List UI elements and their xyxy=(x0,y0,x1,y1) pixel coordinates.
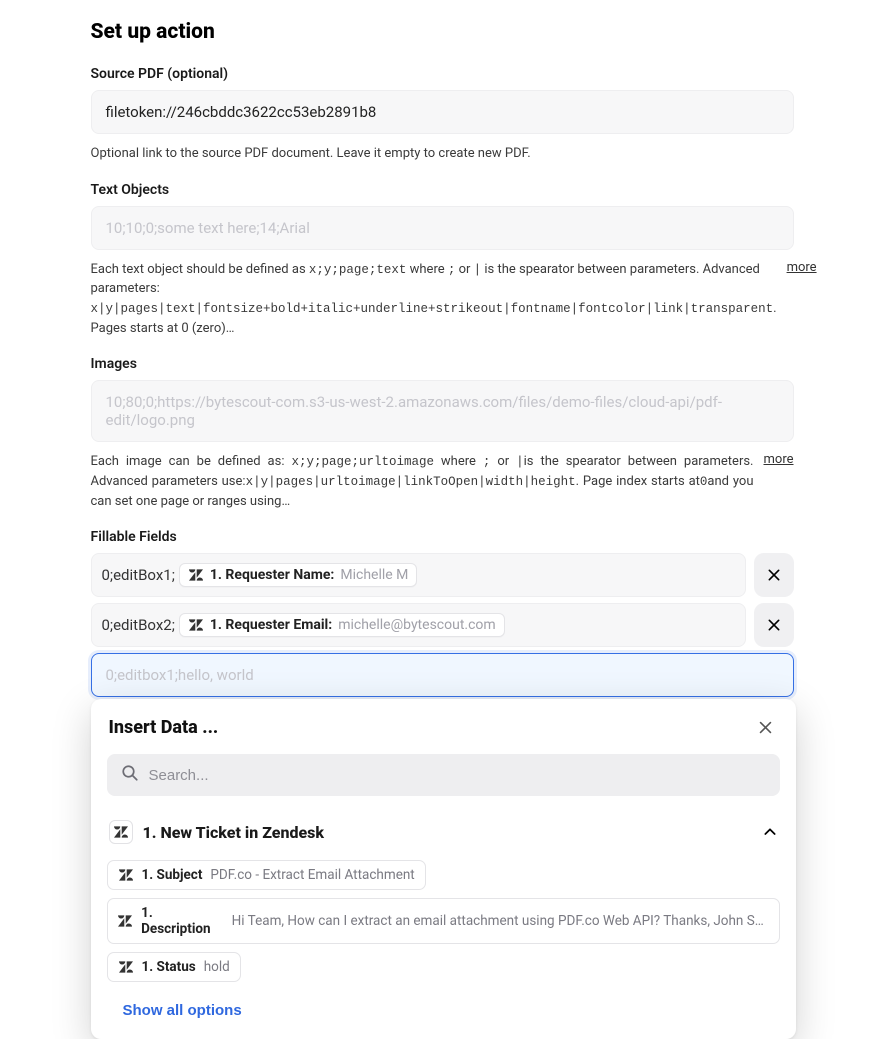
field-text-objects: Text Objects 10;10;0;some text here;14;A… xyxy=(91,182,794,339)
text-objects-label: Text Objects xyxy=(91,182,794,198)
source-pdf-help: Optional link to the source PDF document… xyxy=(91,144,794,164)
text-objects-help: Each text object should be defined as x;… xyxy=(91,260,777,339)
page-title: Set up action xyxy=(91,20,794,44)
data-pill-label: 1. Requester Email: xyxy=(210,617,332,633)
data-option[interactable]: 1. Status hold xyxy=(107,952,241,982)
images-input[interactable]: 10;80;0;https://bytescout-com.s3-us-west… xyxy=(91,380,794,442)
text-objects-input[interactable]: 10;10;0;some text here;14;Arial xyxy=(91,206,794,250)
option-value: Hi Team, How can I extract an email atta… xyxy=(232,913,769,929)
fillable-label: Fillable Fields xyxy=(91,529,794,545)
option-label: 1. Subject xyxy=(142,867,203,883)
data-pill[interactable]: 1. Requester Email: michelle@bytescout.c… xyxy=(179,613,505,637)
zendesk-icon xyxy=(188,567,204,583)
data-group-header[interactable]: 1. New Ticket in Zendesk xyxy=(103,812,784,852)
field-fillable: Fillable Fields 0;editBox1; 1. Requester… xyxy=(91,529,794,697)
insert-data-panel: Insert Data ... 1. New Ticket in Zendesk xyxy=(91,699,796,1039)
search-icon xyxy=(121,764,139,786)
data-option[interactable]: 1. Description Hi Team, How can I extrac… xyxy=(107,898,781,944)
panel-title: Insert Data ... xyxy=(109,717,219,738)
zendesk-icon xyxy=(118,867,134,883)
zendesk-icon xyxy=(109,820,133,844)
fillable-row: 0;editBox1; 1. Requester Name: Michelle … xyxy=(91,553,794,597)
data-option[interactable]: 1. Subject PDF.co - Extract Email Attach… xyxy=(107,860,426,890)
zendesk-icon xyxy=(118,913,134,929)
data-pill-value: Michelle M xyxy=(340,567,408,583)
text-objects-more-link[interactable]: more xyxy=(787,260,817,275)
field-source-pdf: Source PDF (optional) filetoken://246cbd… xyxy=(91,66,794,164)
zendesk-icon xyxy=(118,959,134,975)
source-pdf-label: Source PDF (optional) xyxy=(91,66,794,82)
images-more-link[interactable]: more xyxy=(764,452,794,467)
option-value: hold xyxy=(204,959,230,975)
data-pill[interactable]: 1. Requester Name: Michelle M xyxy=(179,563,418,587)
fillable-active-placeholder: 0;editbox1;hello, world xyxy=(106,666,254,684)
fillable-prefix: 0;editBox2; xyxy=(102,616,175,634)
option-list: 1. Subject PDF.co - Extract Email Attach… xyxy=(103,852,784,986)
option-value: PDF.co - Extract Email Attachment xyxy=(210,867,414,883)
text-objects-placeholder: 10;10;0;some text here;14;Arial xyxy=(106,219,310,237)
fillable-input-2[interactable]: 0;editBox2; 1. Requester Email: michelle… xyxy=(91,603,746,647)
search-box[interactable] xyxy=(107,754,780,796)
search-input[interactable] xyxy=(149,767,766,784)
delete-button[interactable] xyxy=(754,553,794,597)
chevron-up-icon xyxy=(762,824,778,840)
source-pdf-input[interactable]: filetoken://246cbddc3622cc53eb2891b8 xyxy=(91,90,794,134)
images-help: Each image can be defined as: x;y;page;u… xyxy=(91,452,754,511)
data-pill-value: michelle@bytescout.com xyxy=(338,617,495,633)
delete-button[interactable] xyxy=(754,603,794,647)
show-all-options-button[interactable]: Show all options xyxy=(123,1002,242,1019)
fillable-prefix: 0;editBox1; xyxy=(102,566,175,584)
images-label: Images xyxy=(91,356,794,372)
zendesk-icon xyxy=(188,617,204,633)
fillable-active-input[interactable]: 0;editbox1;hello, world xyxy=(91,653,794,697)
fillable-row: 0;editBox2; 1. Requester Email: michelle… xyxy=(91,603,794,647)
fillable-input-1[interactable]: 0;editBox1; 1. Requester Name: Michelle … xyxy=(91,553,746,597)
data-group-title: 1. New Ticket in Zendesk xyxy=(143,823,752,842)
close-button[interactable] xyxy=(753,715,778,740)
source-pdf-value: filetoken://246cbddc3622cc53eb2891b8 xyxy=(106,103,377,121)
option-label: 1. Status xyxy=(142,959,196,975)
images-placeholder: 10;80;0;https://bytescout-com.s3-us-west… xyxy=(106,393,779,429)
data-pill-label: 1. Requester Name: xyxy=(210,567,335,583)
fillable-row-active: 0;editbox1;hello, world xyxy=(91,653,794,697)
option-label: 1. Description xyxy=(141,905,224,937)
field-images: Images 10;80;0;https://bytescout-com.s3-… xyxy=(91,356,794,511)
